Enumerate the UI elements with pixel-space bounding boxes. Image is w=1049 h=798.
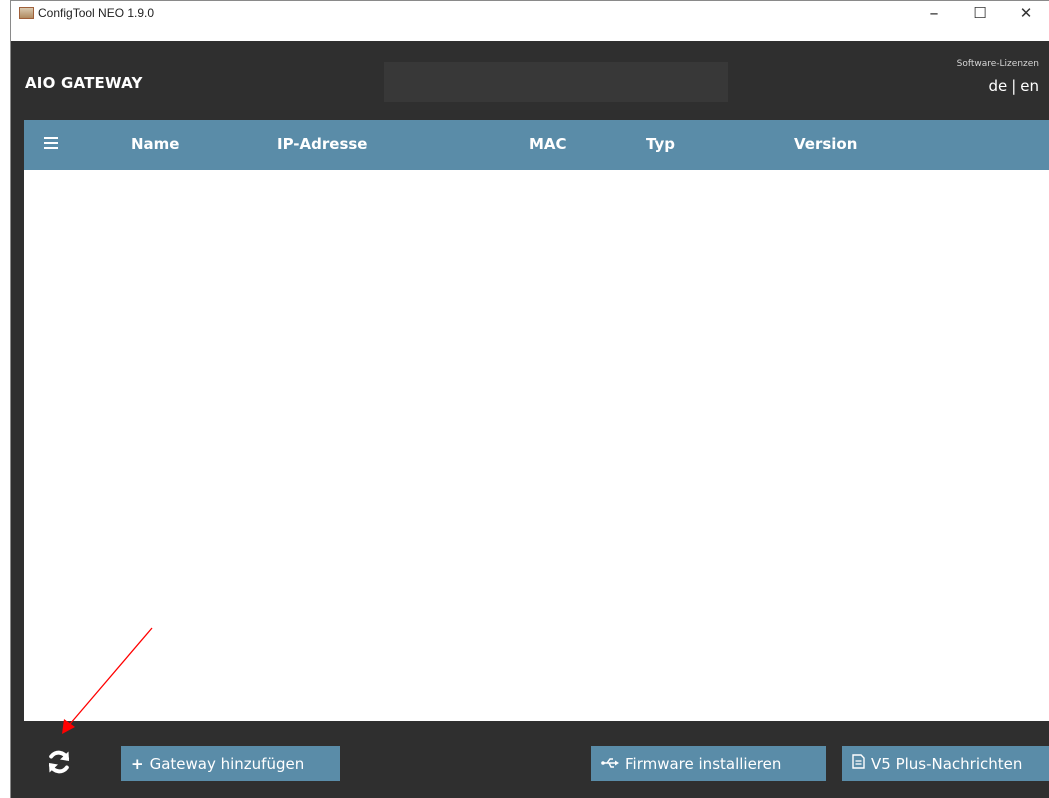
column-header-ip-address[interactable]: IP-Adresse — [277, 135, 367, 153]
software-licenses-link[interactable]: Software-Lizenzen — [957, 59, 1039, 69]
refresh-icon — [49, 750, 69, 774]
v5-plus-messages-label: V5 Plus-Nachrichten — [871, 754, 1023, 773]
hamburger-menu-icon[interactable] — [44, 137, 58, 149]
app-header: AIO GATEWAY Software-Lizenzen de | en — [11, 41, 1049, 120]
window-title: ConfigTool NEO 1.9.0 — [38, 6, 155, 20]
add-gateway-label: Gateway hinzufügen — [149, 754, 305, 773]
document-icon — [852, 754, 865, 773]
app-window: ConfigTool NEO 1.9.0 – ☐ ✕ AIO GATEWAY S… — [10, 0, 1049, 798]
header-search-field[interactable] — [384, 62, 728, 102]
install-firmware-button[interactable]: Firmware installieren — [591, 746, 826, 781]
plus-icon: + — [131, 754, 144, 773]
column-header-version[interactable]: Version — [794, 135, 857, 153]
language-separator: | — [1011, 77, 1017, 95]
language-en[interactable]: en — [1020, 77, 1039, 95]
app-icon — [19, 7, 34, 19]
v5-plus-messages-button[interactable]: V5 Plus-Nachrichten — [842, 746, 1049, 781]
add-gateway-button[interactable]: + Gateway hinzufügen — [121, 746, 340, 781]
footer-toolbar: + Gateway hinzufügen Firmware installier… — [24, 721, 1049, 798]
install-firmware-label: Firmware installieren — [625, 754, 782, 773]
close-button[interactable]: ✕ — [1003, 1, 1049, 25]
language-switch: de | en — [988, 77, 1039, 95]
maximize-button[interactable]: ☐ — [957, 1, 1003, 25]
usb-icon — [601, 755, 619, 773]
window-controls: – ☐ ✕ — [911, 1, 1049, 25]
title-bar: ConfigTool NEO 1.9.0 – ☐ ✕ — [11, 1, 1049, 41]
language-de[interactable]: de — [988, 77, 1007, 95]
minimize-button[interactable]: – — [911, 1, 957, 25]
table-header: Name IP-Adresse MAC Typ Version — [24, 120, 1049, 170]
column-header-name[interactable]: Name — [131, 135, 179, 153]
column-header-type[interactable]: Typ — [646, 135, 675, 153]
refresh-button[interactable] — [46, 749, 72, 775]
app-title: AIO GATEWAY — [25, 74, 143, 92]
column-header-mac[interactable]: MAC — [529, 135, 567, 153]
gateway-table-body — [24, 170, 1049, 721]
